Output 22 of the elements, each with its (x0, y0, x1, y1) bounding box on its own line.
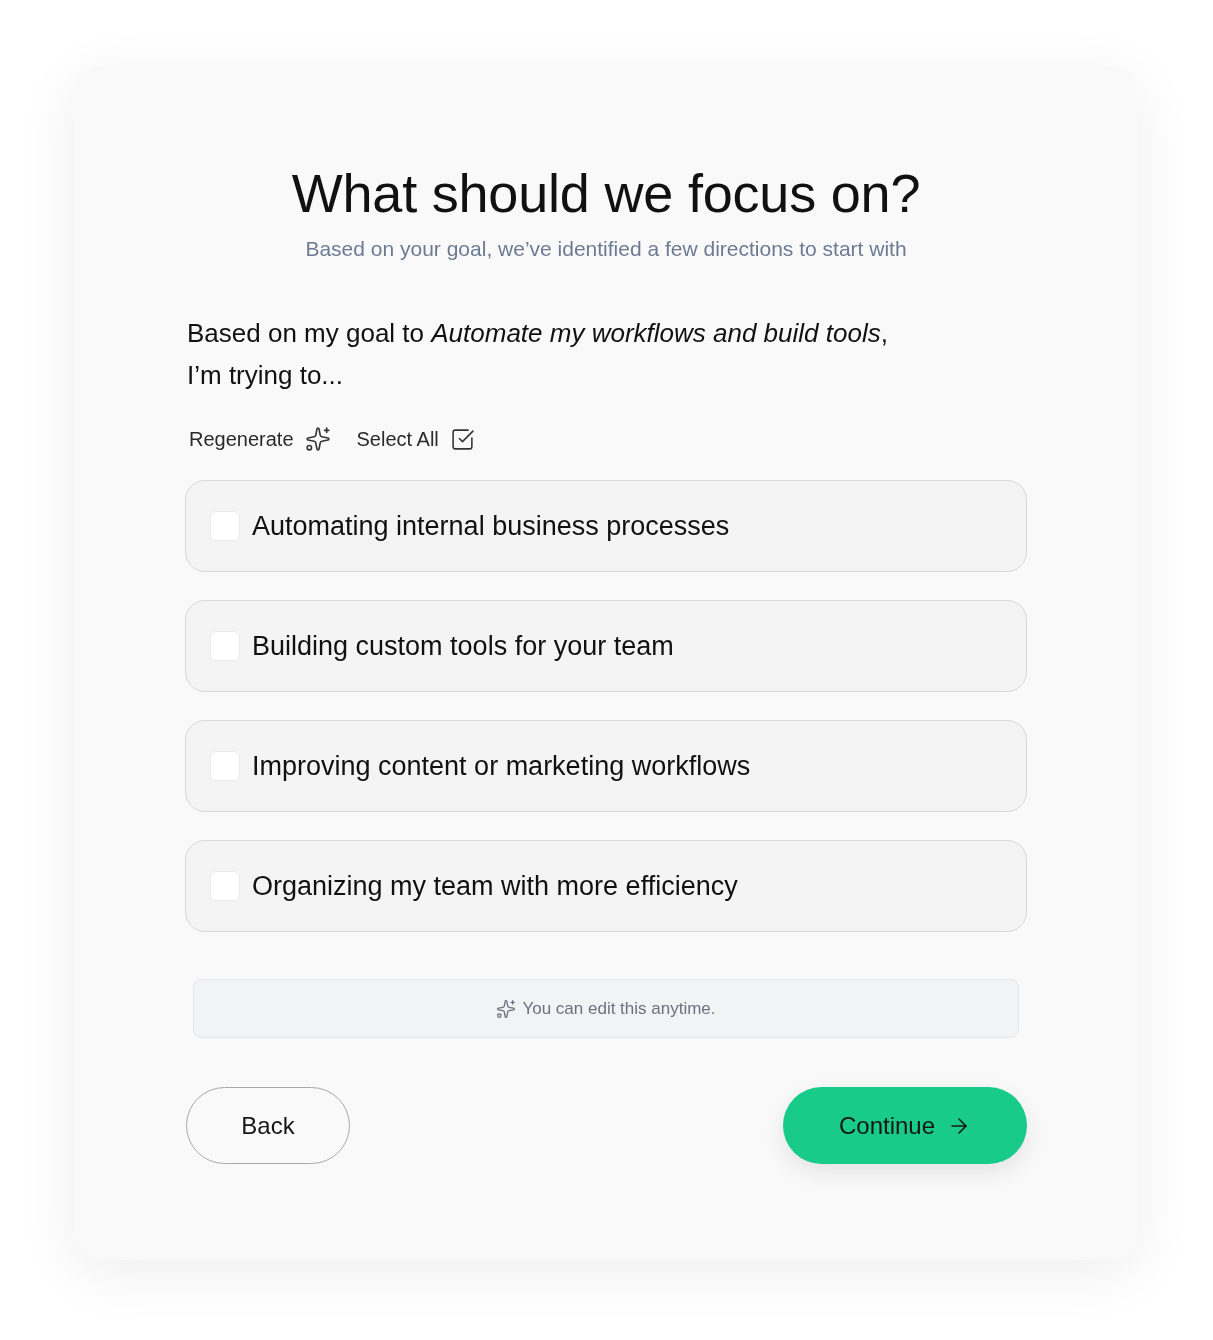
regenerate-button[interactable]: Regenerate (189, 423, 331, 455)
goal-statement: Based on my goal to Automate my workflows and build tools, I’m trying to... (187, 317, 889, 392)
page-title: What should we focus on? (291, 162, 921, 224)
continue-button[interactable]: Continue (783, 1087, 1027, 1164)
sparkles-icon (304, 426, 331, 452)
info-text: You can edit this anytime. (522, 998, 716, 1019)
select-all-button[interactable]: Select All (356, 423, 475, 455)
checkbox[interactable] (210, 511, 240, 541)
sparkles-icon (496, 998, 517, 1019)
option-card[interactable]: Improving content or marketing workflows (185, 720, 1027, 812)
option-card[interactable]: Organizing my team with more efficiency (185, 840, 1027, 932)
page-subtitle: Based on your goal, we’ve identified a few directions to start with (305, 236, 907, 262)
option-label: Improving content or marketing workflows (252, 750, 751, 782)
option-card[interactable]: Building custom tools for your team (185, 600, 1027, 692)
option-label: Organizing my team with more efficiency (252, 870, 738, 902)
checkbox-check-icon (449, 426, 475, 452)
option-label: Building custom tools for your team (252, 630, 674, 662)
checkbox[interactable] (210, 751, 240, 781)
checkbox[interactable] (210, 871, 240, 901)
checkbox[interactable] (210, 631, 240, 661)
option-label: Automating internal business processes (252, 510, 730, 542)
option-card[interactable]: Automating internal business processes (185, 480, 1027, 572)
